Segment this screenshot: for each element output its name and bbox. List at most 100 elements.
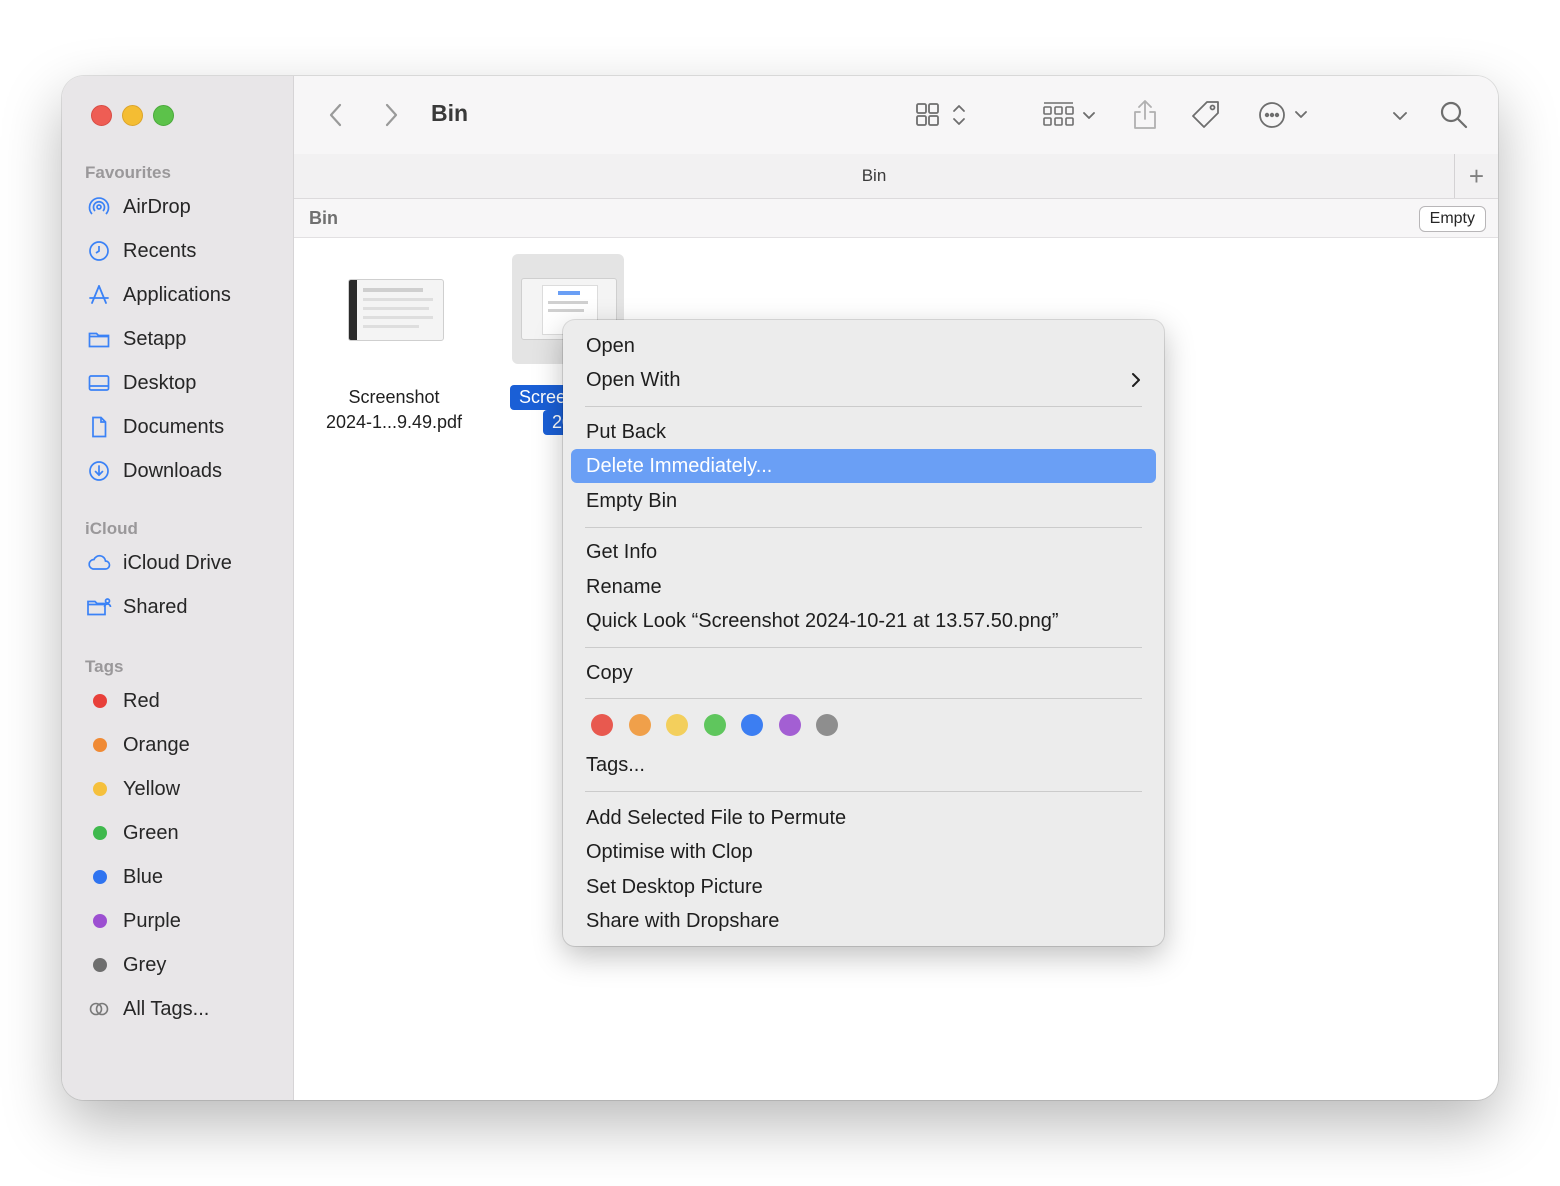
menu-separator: [585, 791, 1142, 792]
menu-item-permute[interactable]: Add Selected File to Permute: [571, 801, 1156, 835]
menu-separator: [585, 527, 1142, 528]
back-button[interactable]: [321, 100, 351, 130]
menu-tag-orange[interactable]: [629, 714, 651, 736]
toolbar-overflow-button[interactable]: [1389, 96, 1411, 134]
clock-icon: [85, 237, 113, 265]
tab-bar: Bin +: [294, 154, 1498, 199]
sidebar-item-icloud-drive[interactable]: iCloud Drive: [85, 546, 285, 580]
sidebar-tag-blue[interactable]: Blue: [85, 860, 285, 894]
icloud-header: iCloud: [85, 519, 138, 538]
file-name-line1: Screenshot: [348, 387, 440, 407]
sidebar-item-documents[interactable]: Documents: [85, 410, 285, 444]
menu-tag-purple[interactable]: [779, 714, 801, 736]
menu-item-set-desktop-picture[interactable]: Set Desktop Picture: [571, 870, 1156, 904]
menu-separator: [585, 647, 1142, 648]
sidebar-tag-yellow[interactable]: Yellow: [85, 772, 285, 806]
sidebar-item-label: Blue: [123, 865, 164, 888]
chevron-left-icon: [329, 103, 342, 127]
ellipsis-circle-icon: [1259, 102, 1307, 128]
context-menu: Open Open With Put Back Delete Immediate…: [563, 320, 1164, 946]
menu-item-delete-immediately[interactable]: Delete Immediately...: [571, 449, 1156, 483]
sidebar-item-label: Grey: [123, 953, 167, 976]
sidebar-item-label: Desktop: [123, 371, 197, 394]
sidebar: Favourites AirDrop Recents Applications …: [62, 76, 294, 1100]
sidebar-item-label: Green: [123, 821, 179, 844]
sidebar-tag-green[interactable]: Green: [85, 816, 285, 850]
icon-grid-icon: [916, 103, 965, 126]
view-mode-button[interactable]: [914, 96, 976, 134]
sidebar-item-label: Setapp: [123, 327, 187, 350]
sidebar-item-label: Orange: [123, 733, 190, 756]
menu-item-empty-bin[interactable]: Empty Bin: [571, 484, 1156, 518]
menu-tag-grey[interactable]: [816, 714, 838, 736]
location-label: Bin: [309, 208, 338, 228]
menu-tag-green[interactable]: [704, 714, 726, 736]
sidebar-item-setapp[interactable]: Setapp: [85, 322, 285, 356]
group-by-button[interactable]: [1041, 96, 1101, 134]
airdrop-icon: [85, 193, 113, 221]
search-icon: [1440, 101, 1468, 129]
sidebar-item-label: Shared: [123, 595, 188, 618]
chevron-right-icon: [1132, 373, 1140, 387]
zoom-window-button[interactable]: [153, 105, 174, 126]
search-button[interactable]: [1438, 96, 1470, 134]
new-tab-button[interactable]: +: [1454, 154, 1498, 198]
file-item-pdf[interactable]: Screenshot 2024-1...9.49.pdf: [319, 253, 469, 432]
sidebar-item-label: Recents: [123, 239, 197, 262]
sidebar-item-all-tags[interactable]: All Tags...: [85, 992, 285, 1026]
menu-item-quick-look[interactable]: Quick Look “Screenshot 2024-10-21 at 13.…: [571, 604, 1156, 638]
all-tags-icon: [85, 995, 113, 1023]
menu-item-copy[interactable]: Copy: [571, 656, 1156, 690]
menu-tag-yellow[interactable]: [666, 714, 688, 736]
sidebar-item-recents[interactable]: Recents: [85, 234, 285, 268]
menu-item-clop[interactable]: Optimise with Clop: [571, 835, 1156, 869]
menu-tag-blue[interactable]: [741, 714, 763, 736]
menu-tag-red[interactable]: [591, 714, 613, 736]
menu-item-get-info[interactable]: Get Info: [571, 535, 1156, 569]
desktop-icon: [85, 369, 113, 397]
sidebar-item-shared[interactable]: Shared: [85, 590, 285, 624]
sidebar-item-label: Documents: [123, 415, 225, 438]
sidebar-item-label: Applications: [123, 283, 231, 306]
window-title: Bin: [431, 100, 469, 126]
forward-button[interactable]: [376, 100, 406, 130]
sidebar-item-label: Downloads: [123, 459, 222, 482]
path-bar: Bin Empty: [294, 199, 1498, 238]
menu-item-dropshare[interactable]: Share with Dropshare: [571, 904, 1156, 938]
menu-item-tags[interactable]: Tags...: [571, 748, 1156, 782]
share-icon: [1134, 100, 1156, 129]
sidebar-item-downloads[interactable]: Downloads: [85, 454, 285, 488]
sidebar-item-label: iCloud Drive: [123, 551, 232, 574]
sidebar-tag-orange[interactable]: Orange: [85, 728, 285, 762]
tag-button[interactable]: [1189, 96, 1223, 134]
document-icon: [85, 413, 113, 441]
sidebar-item-applications[interactable]: Applications: [85, 278, 285, 312]
sidebar-item-airdrop[interactable]: AirDrop: [85, 190, 285, 224]
folder-icon: [85, 325, 113, 353]
red-tag-dot: [93, 694, 107, 708]
tab-bin[interactable]: Bin: [294, 166, 1454, 186]
download-icon: [85, 457, 113, 485]
orange-tag-dot: [93, 738, 107, 752]
menu-item-open[interactable]: Open: [571, 329, 1156, 363]
menu-separator: [585, 698, 1142, 699]
sidebar-item-desktop[interactable]: Desktop: [85, 366, 285, 400]
menu-item-put-back[interactable]: Put Back: [571, 415, 1156, 449]
menu-item-open-with[interactable]: Open With: [571, 363, 1156, 397]
file-thumbnail: [348, 279, 444, 341]
close-window-button[interactable]: [91, 105, 112, 126]
empty-bin-button[interactable]: Empty: [1418, 206, 1486, 232]
shared-folder-icon: [85, 593, 113, 621]
sidebar-tag-red[interactable]: Red: [85, 684, 285, 718]
minimize-window-button[interactable]: [122, 105, 143, 126]
more-actions-button[interactable]: [1257, 96, 1315, 134]
grey-tag-dot: [93, 958, 107, 972]
share-button[interactable]: [1131, 96, 1159, 134]
chevron-right-icon: [385, 103, 398, 127]
applications-icon: [85, 281, 113, 309]
menu-item-rename[interactable]: Rename: [571, 570, 1156, 604]
sidebar-tag-purple[interactable]: Purple: [85, 904, 285, 938]
sidebar-item-label: All Tags...: [123, 997, 210, 1020]
cloud-icon: [85, 549, 113, 577]
sidebar-tag-grey[interactable]: Grey: [85, 948, 285, 982]
